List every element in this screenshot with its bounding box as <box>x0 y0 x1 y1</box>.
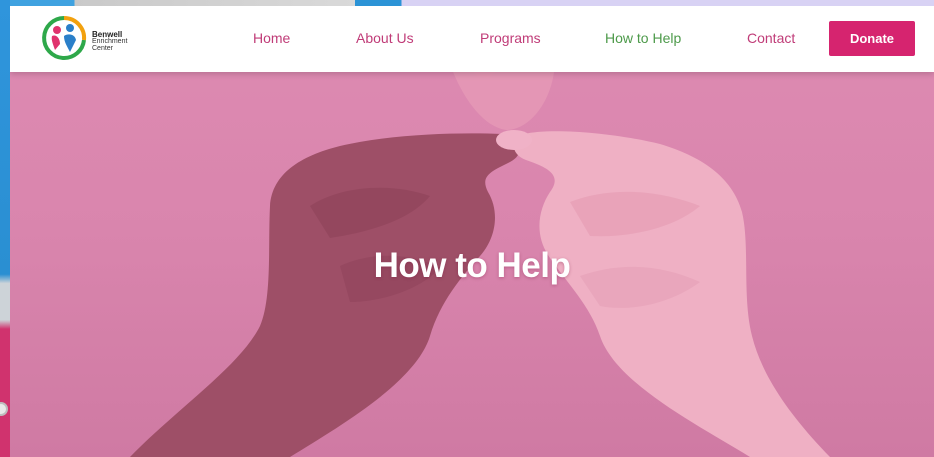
benwell-logo-icon <box>42 15 87 60</box>
desktop-background-left <box>0 0 10 457</box>
browser-page: How to Help Benwell Enrichment Center Ho… <box>10 6 934 457</box>
logo-text: Benwell Enrichment Center <box>92 30 128 53</box>
page-title: How to Help <box>373 246 571 285</box>
nav-about-us[interactable]: About Us <box>356 30 414 46</box>
top-navigation-bar: Benwell Enrichment Center Home About Us … <box>10 6 934 72</box>
site-logo[interactable]: Benwell Enrichment Center <box>40 14 150 64</box>
nav-contact[interactable]: Contact <box>747 30 795 46</box>
nav-home[interactable]: Home <box>253 30 290 46</box>
donate-button[interactable]: Donate <box>829 21 915 56</box>
logo-line2: Enrichment <box>92 38 128 45</box>
logo-line3: Center <box>92 45 114 52</box>
hero-banner: How to Help <box>10 6 934 457</box>
hands-holding-heart-image <box>130 21 830 457</box>
nav-programs[interactable]: Programs <box>480 30 541 46</box>
logo-name: Benwell <box>92 30 123 39</box>
nav-how-to-help[interactable]: How to Help <box>605 30 681 46</box>
